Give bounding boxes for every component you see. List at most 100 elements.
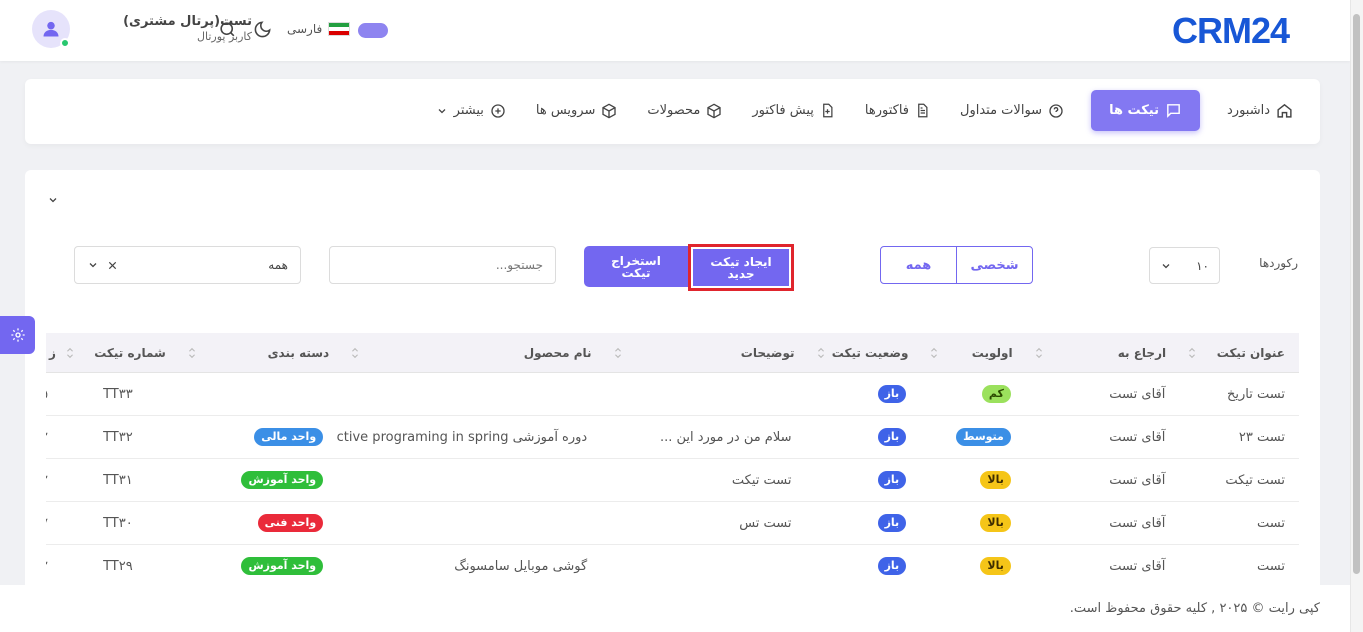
table-row[interactable]: تست آقای تست بالا باز تست تس واحد فنی TT۳۰ ۷	[46, 502, 1299, 545]
logo-text: CRM24	[1172, 10, 1290, 51]
avatar[interactable]	[32, 10, 70, 48]
filter-select[interactable]: همه	[74, 246, 301, 284]
search-input[interactable]	[329, 246, 556, 284]
extra-text: ۲	[46, 430, 48, 445]
home-icon	[1277, 103, 1292, 118]
tickets-table: عنوان تیکت ارجاع به اولویت وضعیت تیکت تو…	[46, 333, 1299, 588]
cell-title[interactable]: تست تاریخ	[1179, 373, 1299, 415]
cell-priority: بالا	[920, 459, 1025, 501]
sort-icon	[1189, 347, 1196, 358]
column-header-title[interactable]: عنوان تیکت	[1180, 333, 1299, 372]
file-plus-icon	[823, 103, 833, 118]
top-bar: CRM24 تست(پرتال مشتری) کاربر پورتال فارس…	[0, 0, 1350, 61]
nav-label: فاکتورها	[864, 103, 909, 118]
language-label: فارسی	[287, 22, 323, 36]
scope-all-button[interactable]: همه	[881, 247, 956, 283]
chevron-down-icon	[438, 108, 446, 113]
chevron-down-icon[interactable]	[87, 259, 99, 271]
scope-personal-button[interactable]: شخصی	[956, 247, 1032, 283]
product-text: دوره آموزشی Reactive programing in sprin…	[337, 429, 588, 445]
column-header-category[interactable]: دسته بندی	[180, 333, 343, 372]
sort-icon	[614, 347, 621, 358]
column-header-assignee[interactable]: ارجاع به	[1027, 333, 1181, 372]
create-ticket-highlight: ایجاد تیکت جدید	[688, 244, 794, 291]
cell-assignee: آقای تست	[1025, 502, 1180, 544]
box-icon	[602, 103, 617, 118]
column-header-product[interactable]: نام محصول	[343, 333, 605, 372]
search-icon[interactable]	[218, 20, 237, 39]
crm24-logo[interactable]: CRM24	[1172, 10, 1308, 51]
cell-title[interactable]: تست تیکت	[1179, 459, 1299, 501]
title-text: تست ۲۳	[1238, 429, 1285, 445]
customizer-toggle[interactable]	[0, 316, 35, 354]
extra-text: ۲	[46, 473, 48, 488]
plus-circle-icon	[491, 103, 505, 118]
table-row[interactable]: تست تاریخ آقای تست کم باز TT۳۳ ۵	[46, 373, 1299, 416]
cell-status: باز	[806, 502, 921, 544]
cell-number: TT۳۳	[50, 373, 173, 415]
collapse-chevron-icon[interactable]	[47, 194, 59, 206]
scrollbar-thumb[interactable]	[1353, 14, 1360, 574]
ticket-number: TT۳۰	[103, 515, 133, 531]
cell-priority: متوسط	[920, 416, 1025, 458]
priority-badge: بالا	[980, 514, 1011, 532]
cell-title[interactable]: تست	[1179, 545, 1299, 587]
sort-icon	[66, 347, 73, 358]
table-body: تست تاریخ آقای تست کم باز TT۳۳ ۵ تست ۲۳ آقای تس…	[46, 373, 1299, 588]
document-icon	[918, 103, 928, 118]
extra-text: ۵	[46, 387, 48, 402]
assignee-text: آقای تست	[1109, 429, 1166, 445]
export-tickets-button[interactable]: استخراج تیکت	[584, 246, 688, 287]
moon-icon[interactable]	[253, 20, 272, 39]
column-header-extra[interactable]: ز	[46, 333, 58, 372]
product-text: گوشی موبایل سامسونگ	[454, 558, 588, 574]
filter-controls	[87, 259, 118, 271]
status-badge: باز	[877, 428, 907, 446]
iran-flag-icon	[328, 22, 351, 36]
nav-item-proforma[interactable]: پیش فاکتور	[737, 90, 850, 131]
column-header-description[interactable]: توضیحات	[606, 333, 809, 372]
theme-toggle[interactable]	[358, 23, 388, 38]
nav-item-dashboard[interactable]: داشبورد	[1212, 90, 1308, 131]
nav-item-more[interactable]: بیشتر	[421, 90, 521, 131]
nav-item-tickets[interactable]: تیکت ها	[1091, 90, 1200, 131]
nav-item-faq[interactable]: سوالات متداول	[945, 90, 1079, 131]
clear-icon[interactable]	[107, 260, 118, 271]
nav-item-products[interactable]: محصولات	[632, 90, 737, 131]
nav-label: پیش فاکتور	[752, 103, 814, 118]
priority-badge: متوسط	[956, 428, 1011, 446]
status-badge: باز	[877, 557, 907, 575]
main-navigation: داشبورد تیکت ها سوالات متداول فاکتورها پ…	[25, 79, 1320, 144]
cell-category: واحد آموزش	[173, 459, 337, 501]
page-scrollbar[interactable]	[1350, 0, 1363, 632]
cell-priority: کم	[920, 373, 1025, 415]
sort-icon	[352, 347, 359, 358]
sort-icon	[188, 347, 195, 358]
language-selector[interactable]: فارسی	[287, 22, 351, 36]
cell-extra: ۵	[46, 373, 50, 415]
cell-title[interactable]: تست ۲۳	[1179, 416, 1299, 458]
cell-status: باز	[806, 459, 921, 501]
footer: کپی رایت © ۲۰۲۵ , کلیه حقوق محفوظ است.	[0, 585, 1350, 632]
table-row[interactable]: تست تیکت آقای تست بالا باز تست تیکت واحد آموز…	[46, 459, 1299, 502]
nav-item-invoices[interactable]: فاکتورها	[850, 90, 945, 131]
column-header-number[interactable]: شماره تیکت	[58, 333, 180, 372]
user-menu[interactable]: تست(پرتال مشتری) کاربر پورتال	[32, 10, 252, 48]
nav-menu: داشبورد تیکت ها سوالات متداول فاکتورها پ…	[421, 90, 1308, 131]
create-ticket-button[interactable]: ایجاد تیکت جدید	[693, 249, 789, 286]
table-row[interactable]: تست ۲۳ آقای تست متوسط باز سلام من در مورد ای…	[46, 416, 1299, 459]
cell-title[interactable]: تست	[1179, 502, 1299, 544]
priority-badge: بالا	[980, 557, 1011, 575]
assignee-text: آقای تست	[1109, 558, 1166, 574]
table-row[interactable]: تست آقای تست بالا باز گوشی موبایل سامسونگ واح…	[46, 545, 1299, 588]
nav-label: داشبورد	[1227, 103, 1270, 118]
priority-badge: بالا	[980, 471, 1011, 489]
cell-category: واحد آموزش	[173, 545, 337, 587]
nav-item-services[interactable]: سرویس ها	[521, 90, 632, 131]
records-per-page-select[interactable]: ۱۰	[1149, 247, 1220, 284]
column-header-priority[interactable]: اولویت	[922, 333, 1026, 372]
nav-label: سوالات متداول	[960, 103, 1043, 118]
cell-status: باز	[806, 373, 921, 415]
column-header-status[interactable]: وضعیت تیکت	[809, 333, 923, 372]
cell-product	[337, 459, 601, 501]
